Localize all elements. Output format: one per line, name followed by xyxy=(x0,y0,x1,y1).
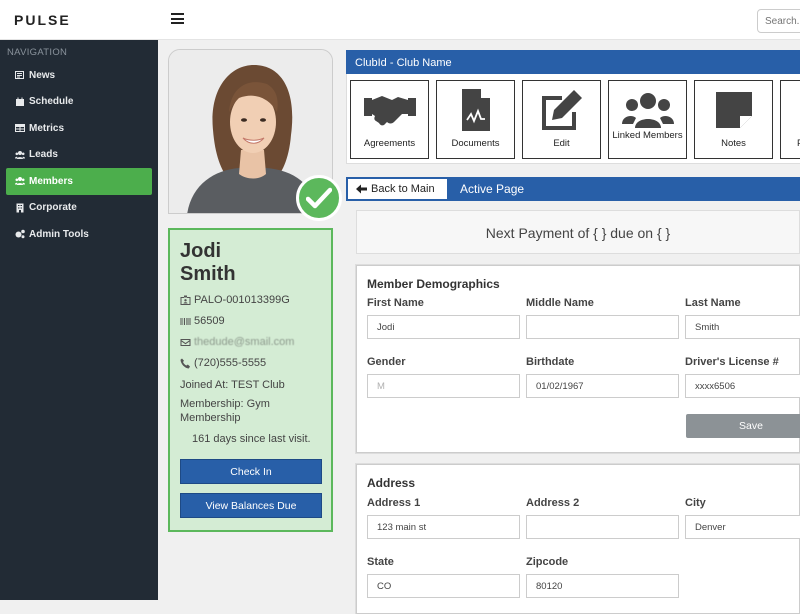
member-info-card: Jodi Smith PALO-001013399G 56509 thedude… xyxy=(168,228,333,532)
drivers-license-field[interactable] xyxy=(685,374,800,398)
joined-at: Joined At: TEST Club xyxy=(180,379,285,391)
sidebar-item-schedule[interactable]: Schedule xyxy=(6,89,152,116)
nav-heading: NAVIGATION xyxy=(7,47,68,58)
tile-partial[interactable]: P xyxy=(780,80,800,159)
sidebar-item-corporate[interactable]: Corporate xyxy=(6,195,152,222)
address2-label: Address 2 xyxy=(526,497,580,509)
gender-field[interactable] xyxy=(367,374,520,398)
calendar-icon xyxy=(14,97,25,107)
tile-label: Edit xyxy=(553,138,570,149)
sidebar-item-label: Admin Tools xyxy=(29,228,89,240)
sidebar-item-label: Corporate xyxy=(29,202,77,214)
sidebar-item-label: Leads xyxy=(29,149,58,161)
id-card-icon xyxy=(180,295,191,305)
member-phone: (720)555-5555 xyxy=(194,357,267,369)
check-in-status-icon xyxy=(296,175,342,221)
users-icon xyxy=(621,93,674,128)
tile-label: Documents xyxy=(451,138,500,149)
tile-label: Notes xyxy=(721,138,746,149)
birthdate-field[interactable] xyxy=(526,374,679,398)
last-name-label: Last Name xyxy=(685,297,741,309)
phone-icon xyxy=(180,358,190,368)
member-demographics-card: Member Demographics First Name Middle Na… xyxy=(356,265,800,453)
sidebar-item-label: News xyxy=(29,69,56,81)
cogs-icon xyxy=(14,229,25,239)
table-icon xyxy=(14,123,25,133)
email-line: thedude@smail.com xyxy=(180,336,294,348)
tile-label: Agreements xyxy=(363,138,416,149)
sidebar-item-news[interactable]: News xyxy=(6,62,152,89)
newspaper-icon xyxy=(14,70,25,80)
first-name-field[interactable] xyxy=(367,315,520,339)
zipcode-field[interactable] xyxy=(526,574,679,598)
edit-icon xyxy=(541,90,582,130)
tile-linked-members[interactable]: Linked Members xyxy=(608,80,687,159)
sidebar-item-leads[interactable]: Leads xyxy=(6,142,152,169)
sidebar-item-admin-tools[interactable]: Admin Tools xyxy=(6,221,152,248)
handshake-icon xyxy=(363,96,416,126)
sticky-note-icon xyxy=(715,92,752,128)
sidebar-item-label: Schedule xyxy=(29,96,74,108)
back-to-main-button[interactable]: Back to Main xyxy=(347,178,448,200)
tile-edit[interactable]: Edit xyxy=(522,80,601,159)
gender-label: Gender xyxy=(367,356,406,368)
tile-label: Linked Members xyxy=(612,130,683,141)
view-balances-button[interactable]: View Balances Due xyxy=(180,493,322,518)
middle-name-field[interactable] xyxy=(526,315,679,339)
next-payment-banner: Next Payment of { } due on { } xyxy=(356,210,800,254)
drivers-license-label: Driver's License # xyxy=(685,356,779,368)
phone-line: (720)555-5555 xyxy=(180,357,266,369)
last-name-field[interactable] xyxy=(685,315,800,339)
document-icon xyxy=(461,89,490,131)
users-icon xyxy=(14,176,25,186)
page-title: Active Page xyxy=(460,182,525,196)
member-first-name: Jodi xyxy=(180,240,222,262)
sidebar-item-metrics[interactable]: Metrics xyxy=(6,115,152,142)
envelope-icon xyxy=(180,338,191,346)
hamburger-menu-icon[interactable] xyxy=(171,13,184,24)
barcode-line: 56509 xyxy=(180,315,225,327)
check-in-button[interactable]: Check In xyxy=(180,459,322,484)
tile-agreements[interactable]: Agreements xyxy=(350,80,429,159)
member-id-line: PALO-001013399G xyxy=(180,294,290,306)
app-logo[interactable]: PULSE xyxy=(14,12,71,28)
address1-label: Address 1 xyxy=(367,497,421,509)
sidebar-item-label: Members xyxy=(29,175,73,187)
middle-name-label: Middle Name xyxy=(526,297,594,309)
sidebar: NAVIGATION News Schedule Metrics Leads M… xyxy=(0,40,158,600)
sidebar-item-label: Metrics xyxy=(29,122,65,134)
membership-type: Membership: Gym Membership xyxy=(180,398,270,424)
club-header: ClubId - Club Name xyxy=(346,50,800,74)
zipcode-label: Zipcode xyxy=(526,556,569,568)
address-card: Address Address 1 Address 2 City State Z… xyxy=(356,464,800,614)
page-nav-bar: Back to Main Active Page xyxy=(346,177,800,201)
address1-field[interactable] xyxy=(367,515,520,539)
member-id: PALO-001013399G xyxy=(194,294,290,306)
sidebar-item-members[interactable]: Members xyxy=(6,168,152,195)
birthdate-label: Birthdate xyxy=(526,356,575,368)
back-label: Back to Main xyxy=(371,183,435,195)
barcode-icon xyxy=(180,317,191,325)
member-email[interactable]: thedude@smail.com xyxy=(194,336,294,348)
last-visit: 161 days since last visit. xyxy=(192,433,311,445)
building-icon xyxy=(14,203,25,213)
search-input[interactable] xyxy=(757,9,800,33)
arrow-left-icon xyxy=(356,184,367,194)
tile-documents[interactable]: Documents xyxy=(436,80,515,159)
address2-field[interactable] xyxy=(526,515,679,539)
top-bar: PULSE xyxy=(0,0,800,40)
save-button[interactable]: Save xyxy=(686,414,800,438)
tile-notes[interactable]: Notes xyxy=(694,80,773,159)
city-field[interactable] xyxy=(685,515,800,539)
users-icon xyxy=(14,150,25,160)
action-tiles: Agreements Documents Edit Linked Members… xyxy=(346,74,800,164)
state-label: State xyxy=(367,556,394,568)
state-field[interactable] xyxy=(367,574,520,598)
first-name-label: First Name xyxy=(367,297,424,309)
member-barcode: 56509 xyxy=(194,315,225,327)
card-title: Member Demographics xyxy=(367,277,500,291)
card-title: Address xyxy=(367,476,416,490)
member-last-name: Smith xyxy=(180,263,236,285)
city-label: City xyxy=(685,497,706,509)
